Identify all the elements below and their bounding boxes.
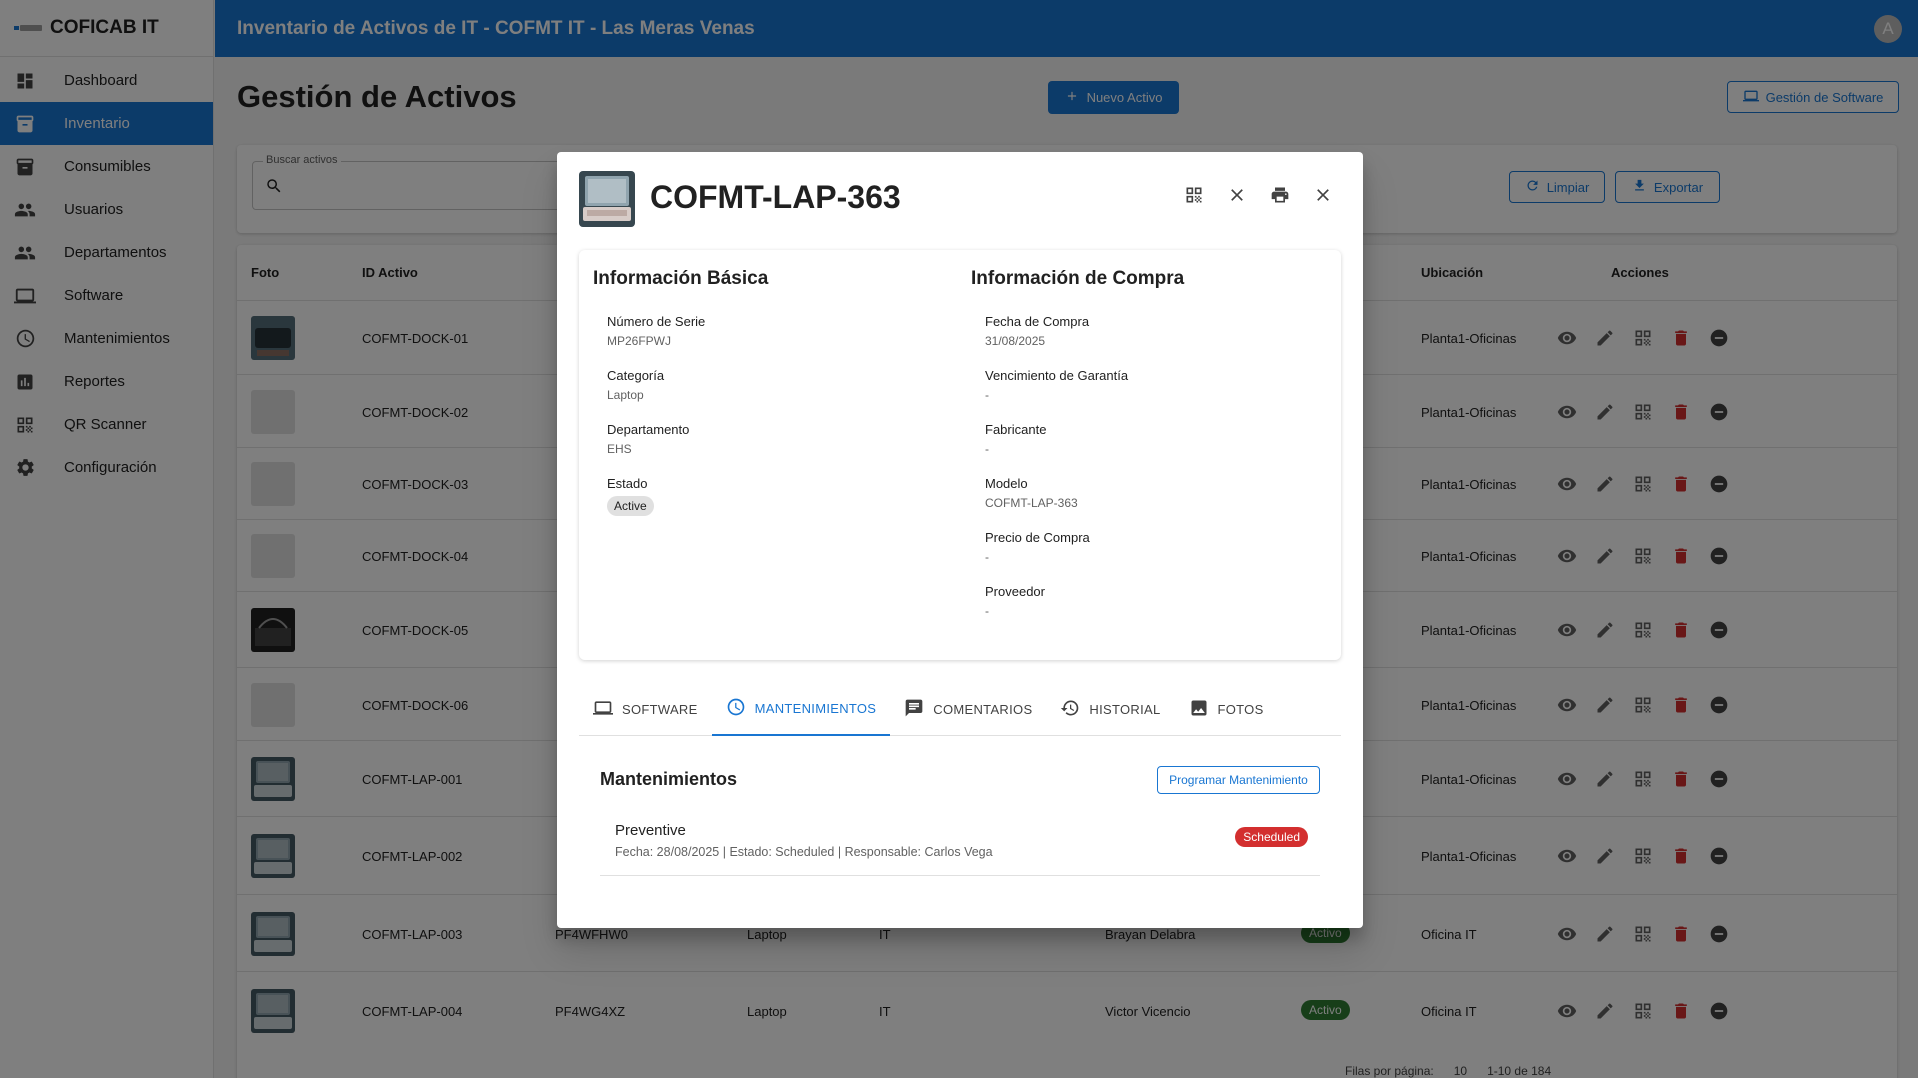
status-badge: Active	[607, 496, 654, 516]
field-label: Modelo	[985, 476, 1028, 491]
maintenance-detail: Fecha: 28/08/2025 | Estado: Scheduled | …	[615, 845, 993, 859]
field-value: EHS	[607, 442, 632, 456]
field-label: Fecha de Compra	[985, 314, 1090, 329]
field-label: Departamento	[607, 422, 690, 437]
qr-code-icon[interactable]	[1181, 182, 1206, 207]
field-value: MP26FPWJ	[607, 334, 672, 348]
close-icon[interactable]	[1310, 182, 1335, 207]
tab-label: SOFTWARE	[622, 701, 698, 717]
supplier-field: Proveedor -	[985, 584, 1045, 618]
field-label: Categoría	[607, 368, 665, 383]
image-icon	[1189, 698, 1209, 721]
maintenance-status-badge: Scheduled	[1235, 827, 1308, 847]
field-value: COFMT-LAP-363	[985, 496, 1078, 510]
field-label: Estado	[607, 476, 648, 491]
asset-photo	[579, 171, 635, 227]
purchase-info-title: Información de Compra	[971, 268, 1185, 289]
tab-software[interactable]: SOFTWARE	[579, 682, 712, 736]
clock-icon	[726, 697, 746, 720]
serial-field: Número de Serie MP26FPWJ	[607, 314, 705, 348]
laptop-icon	[593, 698, 613, 721]
purchase-date-field: Fecha de Compra 31/08/2025	[985, 314, 1089, 348]
maintenance-title: Mantenimientos	[600, 769, 738, 789]
tab-historial[interactable]: HISTORIAL	[1046, 682, 1174, 736]
tab-fotos[interactable]: FOTOS	[1175, 682, 1278, 736]
field-value: Laptop	[607, 388, 644, 402]
field-label: Número de Serie	[607, 314, 706, 329]
field-label: Precio de Compra	[985, 530, 1090, 545]
history-icon	[1060, 698, 1080, 721]
model-field: Modelo COFMT-LAP-363	[985, 476, 1078, 510]
field-label: Vencimiento de Garantía	[985, 368, 1129, 383]
field-label: Fabricante	[985, 422, 1047, 437]
status-field: Estado Active	[607, 476, 654, 516]
category-field: Categoría Laptop	[607, 368, 664, 402]
maintenance-list-item[interactable]: Preventive Fecha: 28/08/2025 | Estado: S…	[600, 812, 1320, 876]
print-icon[interactable]	[1267, 182, 1292, 207]
maintenance-type: Preventive	[615, 822, 686, 839]
tab-label: FOTOS	[1217, 701, 1264, 717]
asset-detail-dialog: COFMT-LAP-363 Información Básica Número …	[557, 152, 1363, 928]
field-value: -	[985, 550, 989, 564]
field-value: -	[985, 442, 989, 456]
price-field: Precio de Compra -	[985, 530, 1090, 564]
dialog-title: COFMT-LAP-363	[650, 179, 901, 215]
field-value: 31/08/2025	[985, 334, 1046, 348]
tab-comentarios[interactable]: COMENTARIOS	[890, 682, 1046, 736]
tab-label: MANTENIMIENTOS	[754, 700, 877, 716]
tab-label: COMENTARIOS	[933, 701, 1033, 717]
asset-info-card: Información Básica Número de Serie MP26F…	[579, 250, 1341, 660]
comment-icon	[904, 698, 924, 721]
dialog-toolbar	[1181, 182, 1335, 207]
basic-info-title: Información Básica	[593, 268, 769, 289]
dialog-tabs: SOFTWARE MANTENIMIENTOS COMENTARIOS HIST…	[579, 682, 1341, 736]
close-qr-icon[interactable]	[1224, 182, 1249, 207]
warranty-field: Vencimiento de Garantía -	[985, 368, 1128, 402]
field-label: Proveedor	[985, 584, 1045, 599]
manufacturer-field: Fabricante -	[985, 422, 1046, 456]
field-value: -	[985, 388, 989, 402]
tab-label: HISTORIAL	[1089, 701, 1161, 717]
schedule-maintenance-button[interactable]: Programar Mantenimiento	[1157, 766, 1320, 794]
department-field: Departamento EHS	[607, 422, 689, 456]
field-value: -	[985, 604, 989, 618]
tab-mantenimientos[interactable]: MANTENIMIENTOS	[711, 682, 891, 736]
